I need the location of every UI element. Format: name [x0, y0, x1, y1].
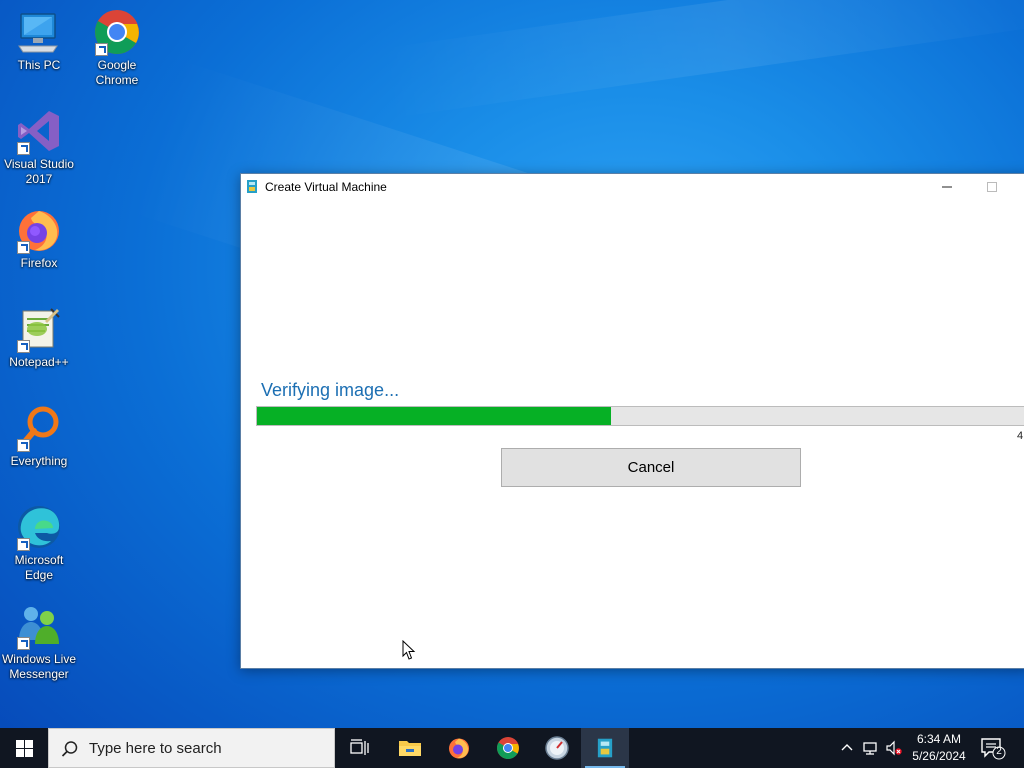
start-button[interactable] — [0, 728, 48, 768]
firefox-icon — [15, 206, 63, 254]
taskbar-file-explorer[interactable] — [386, 728, 434, 768]
minimize-icon — [941, 186, 952, 187]
cancel-button[interactable]: Cancel — [501, 448, 801, 487]
progress-bar — [256, 406, 1024, 426]
notepad-plus-plus-icon — [15, 305, 63, 353]
chevron-up-icon[interactable] — [839, 740, 855, 756]
vm-app-icon — [597, 738, 613, 758]
create-vm-window: Create Virtual Machine Verifying image..… — [240, 173, 1024, 669]
maximize-button[interactable] — [969, 174, 1014, 199]
notification-center-button[interactable]: 2 — [980, 736, 1006, 760]
folder-icon — [399, 741, 421, 756]
clock-time: 6:34 AM — [916, 732, 962, 746]
network-icon[interactable] — [863, 740, 879, 756]
desktop-icon-visual-studio[interactable]: Visual Studio 2017 — [0, 107, 78, 187]
shortcut-arrow-icon — [17, 637, 30, 650]
window-titlebar[interactable]: Create Virtual Machine — [241, 174, 1024, 199]
shortcut-arrow-icon — [17, 340, 30, 353]
shortcut-arrow-icon — [17, 241, 30, 254]
visual-studio-icon — [15, 107, 63, 155]
progress-bar-fill — [257, 407, 611, 425]
taskbar: Type here to search 6:34 AM 5/26/2024 2 — [0, 728, 1024, 768]
desktop-icon-microsoft-edge[interactable]: Microsoft Edge — [0, 503, 78, 583]
window-title: Create Virtual Machine — [265, 180, 387, 194]
taskbar-chrome[interactable] — [484, 728, 532, 768]
desktop-icon-google-chrome[interactable]: Google Chrome — [78, 8, 156, 88]
shortcut-arrow-icon — [17, 142, 30, 155]
gauge-icon — [545, 736, 569, 760]
firefox-icon — [449, 738, 469, 759]
desktop-icon-everything[interactable]: Everything — [0, 404, 78, 469]
notification-count: 2 — [996, 746, 1002, 757]
wallpaper-light-beam — [378, 0, 1024, 119]
shortcut-arrow-icon — [17, 538, 30, 551]
vm-app-icon — [247, 180, 257, 193]
mouse-cursor-icon — [402, 640, 416, 660]
taskbar-firefox[interactable] — [435, 728, 483, 768]
desktop-icon-this-pc[interactable]: This PC — [0, 8, 78, 73]
status-label: Verifying image... — [261, 380, 400, 400]
chrome-icon — [497, 737, 519, 759]
system-clock[interactable]: 6:34 AM 5/26/2024 — [906, 731, 972, 765]
chrome-icon — [93, 8, 141, 56]
task-view-button[interactable] — [336, 728, 384, 768]
search-icon — [61, 741, 78, 757]
clock-date: 5/26/2024 — [912, 749, 966, 763]
messenger-icon — [15, 602, 63, 650]
computer-icon — [15, 8, 63, 56]
windows-logo-icon — [15, 739, 33, 757]
taskbar-control-panel[interactable] — [533, 728, 581, 768]
progress-percent-text: 4 — [1017, 430, 1024, 442]
taskbar-create-vm[interactable] — [581, 728, 629, 768]
volume-muted-icon[interactable] — [886, 740, 902, 756]
edge-icon — [15, 503, 63, 551]
search-placeholder: Type here to search — [89, 740, 222, 757]
everything-search-icon — [15, 404, 63, 452]
desktop-icon-windows-live-messenger[interactable]: Windows Live Messenger — [0, 602, 78, 682]
taskbar-search-box[interactable]: Type here to search — [48, 728, 335, 768]
task-view-icon — [350, 739, 369, 755]
desktop-icon-notepad-plus-plus[interactable]: Notepad++ — [0, 305, 78, 370]
shortcut-arrow-icon — [17, 439, 30, 452]
maximize-icon — [986, 181, 997, 192]
desktop-icon-firefox[interactable]: Firefox — [0, 206, 78, 271]
shortcut-arrow-icon — [95, 43, 108, 56]
minimize-button[interactable] — [924, 174, 969, 199]
